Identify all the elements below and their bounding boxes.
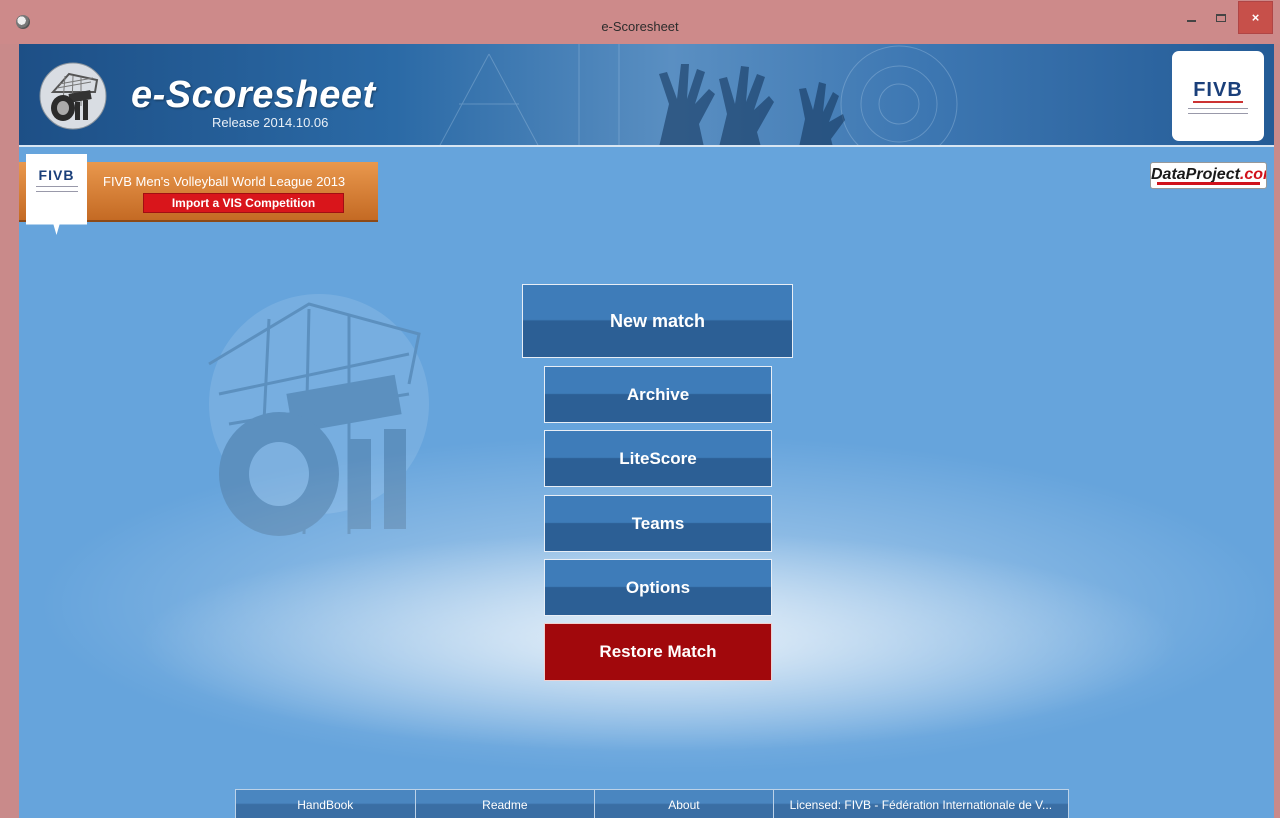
new-match-button[interactable]: New match bbox=[522, 284, 793, 358]
window-title: e-Scoresheet bbox=[601, 19, 679, 34]
restore-match-button[interactable]: Restore Match bbox=[544, 623, 772, 681]
competition-title: FIVB Men's Volleyball World League 2013 bbox=[103, 174, 346, 189]
handbook-button[interactable]: HandBook bbox=[236, 790, 416, 818]
dataproject-logo-underline bbox=[1157, 182, 1260, 185]
whistle-watermark-icon bbox=[208, 294, 429, 536]
maximize-icon bbox=[1216, 13, 1226, 22]
options-button[interactable]: Options bbox=[544, 559, 772, 616]
dataproject-logo-domain: .com bbox=[1239, 166, 1266, 183]
teams-button[interactable]: Teams bbox=[544, 495, 772, 552]
about-button[interactable]: About bbox=[595, 790, 774, 818]
minimize-icon bbox=[1186, 19, 1196, 22]
title-bar: e-Scoresheet × bbox=[0, 0, 1280, 44]
minimize-button[interactable] bbox=[1177, 1, 1205, 34]
readme-button[interactable]: Readme bbox=[415, 790, 596, 818]
bottom-bar: HandBook Readme About Licensed: FIVB - F… bbox=[235, 789, 1069, 818]
app-name: e-Scoresheet bbox=[131, 74, 376, 116]
archive-button[interactable]: Archive bbox=[544, 366, 772, 423]
close-icon: × bbox=[1251, 10, 1260, 25]
import-vis-competition-button[interactable]: Import a VIS Competition bbox=[143, 193, 344, 213]
fivb-logo-subtitle-graphic bbox=[1188, 107, 1248, 114]
header-banner: e-Scoresheet Release 2014.10.06 FIVB bbox=[19, 44, 1274, 147]
main-window-client: e-Scoresheet Release 2014.10.06 FIVB FIV… bbox=[19, 44, 1274, 818]
license-info: Licensed: FIVB - Fédération Internationa… bbox=[773, 790, 1068, 818]
e-scoresheet-logo bbox=[39, 62, 107, 130]
fivb-logo-text: FIVB bbox=[1193, 78, 1243, 103]
fivb-badge: FIVB bbox=[26, 154, 87, 235]
dataproject-logo[interactable]: DataProject.com bbox=[1150, 162, 1267, 189]
fivb-logo: FIVB bbox=[1172, 51, 1264, 141]
fivb-badge-subtitle-graphic bbox=[35, 186, 78, 192]
close-button[interactable]: × bbox=[1238, 1, 1273, 34]
dataproject-logo-name: DataProject bbox=[1151, 166, 1240, 183]
release-version: Release 2014.10.06 bbox=[212, 115, 329, 130]
litescore-button[interactable]: LiteScore bbox=[544, 430, 772, 487]
fivb-badge-text: FIVB bbox=[38, 167, 75, 183]
maximize-button[interactable] bbox=[1207, 1, 1235, 34]
